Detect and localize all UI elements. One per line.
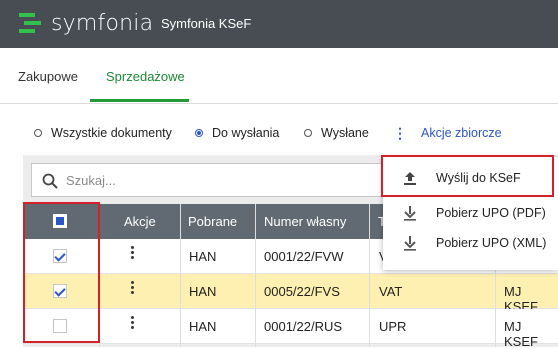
column-header-numer-wlasny[interactable]: Numer własny (264, 214, 346, 229)
tab-sprzedazowe[interactable]: Sprzedażowe (106, 69, 185, 84)
table-row[interactable]: HAN 0001/22/RUS UPR MJ KSEF (23, 309, 558, 349)
menu-item-label: Pobierz UPO (PDF) (436, 206, 546, 220)
brand-logo-text: symfonia (51, 11, 154, 36)
send-to-ksef-highlight (381, 155, 554, 197)
menu-item-download-upo-xml[interactable]: Pobierz UPO (XML) (383, 228, 558, 258)
column-divider (255, 204, 256, 347)
search-icon (42, 173, 58, 189)
filter-label: Wszystkie dokumenty (51, 126, 172, 140)
radio-selected-icon (195, 129, 203, 137)
cell-numer: 0005/22/FVS (264, 284, 340, 299)
cell-numer: 0001/22/FVW (264, 249, 344, 264)
filter-label: Wysłane (321, 126, 369, 140)
checkbox-column-highlight (23, 202, 100, 343)
row-actions-icon[interactable] (131, 281, 135, 296)
radio-icon (34, 129, 42, 137)
bulk-actions-button[interactable]: ⋮ Akcje zbiorcze (393, 126, 502, 140)
filter-sent[interactable]: Wysłane (304, 126, 369, 140)
top-bar: symfonia Symfonia KSeF (0, 0, 558, 48)
kebab-icon: ⋮ (393, 125, 407, 141)
tab-zakupowe[interactable]: Zakupowe (18, 69, 78, 84)
row-actions-icon[interactable] (131, 316, 135, 331)
search-placeholder: Szukaj... (66, 173, 116, 188)
active-tab-indicator (90, 99, 189, 102)
filter-to-send[interactable]: Do wysłania (195, 126, 279, 140)
bulk-actions-label: Akcje zbiorcze (421, 126, 502, 140)
cell-typ: UPR (379, 319, 407, 334)
cell-firma: MJ KSEF (504, 319, 538, 349)
column-divider (180, 204, 181, 347)
app-name: Symfonia KSeF (161, 16, 252, 31)
menu-item-label: Pobierz UPO (XML) (436, 236, 547, 250)
symfonia-logo-icon (19, 13, 41, 33)
row-actions-icon[interactable] (131, 246, 135, 261)
column-divider (369, 204, 370, 347)
download-icon (404, 236, 416, 251)
filter-label: Do wysłania (212, 126, 280, 140)
radio-icon (304, 129, 312, 137)
document-tabs: Zakupowe Sprzedażowe (0, 48, 558, 104)
cell-typ: VAT (379, 284, 403, 299)
cell-pobrane: HAN (189, 284, 217, 299)
download-icon (404, 206, 416, 221)
search-input[interactable]: Szukaj... (31, 163, 391, 197)
menu-item-download-upo-pdf[interactable]: Pobierz UPO (PDF) (383, 198, 558, 228)
cell-pobrane: HAN (189, 319, 217, 334)
table-row[interactable]: HAN 0005/22/FVS VAT MJ KSEF (23, 274, 558, 314)
column-header-akcje[interactable]: Akcje (124, 214, 156, 229)
filter-bar: Wszystkie dokumenty Do wysłania Wysłane … (0, 125, 558, 145)
column-header-pobrane[interactable]: Pobrane (188, 214, 237, 229)
filter-all-documents[interactable]: Wszystkie dokumenty (34, 126, 172, 140)
cell-pobrane: HAN (189, 249, 217, 264)
cell-numer: 0001/22/RUS (264, 319, 343, 334)
